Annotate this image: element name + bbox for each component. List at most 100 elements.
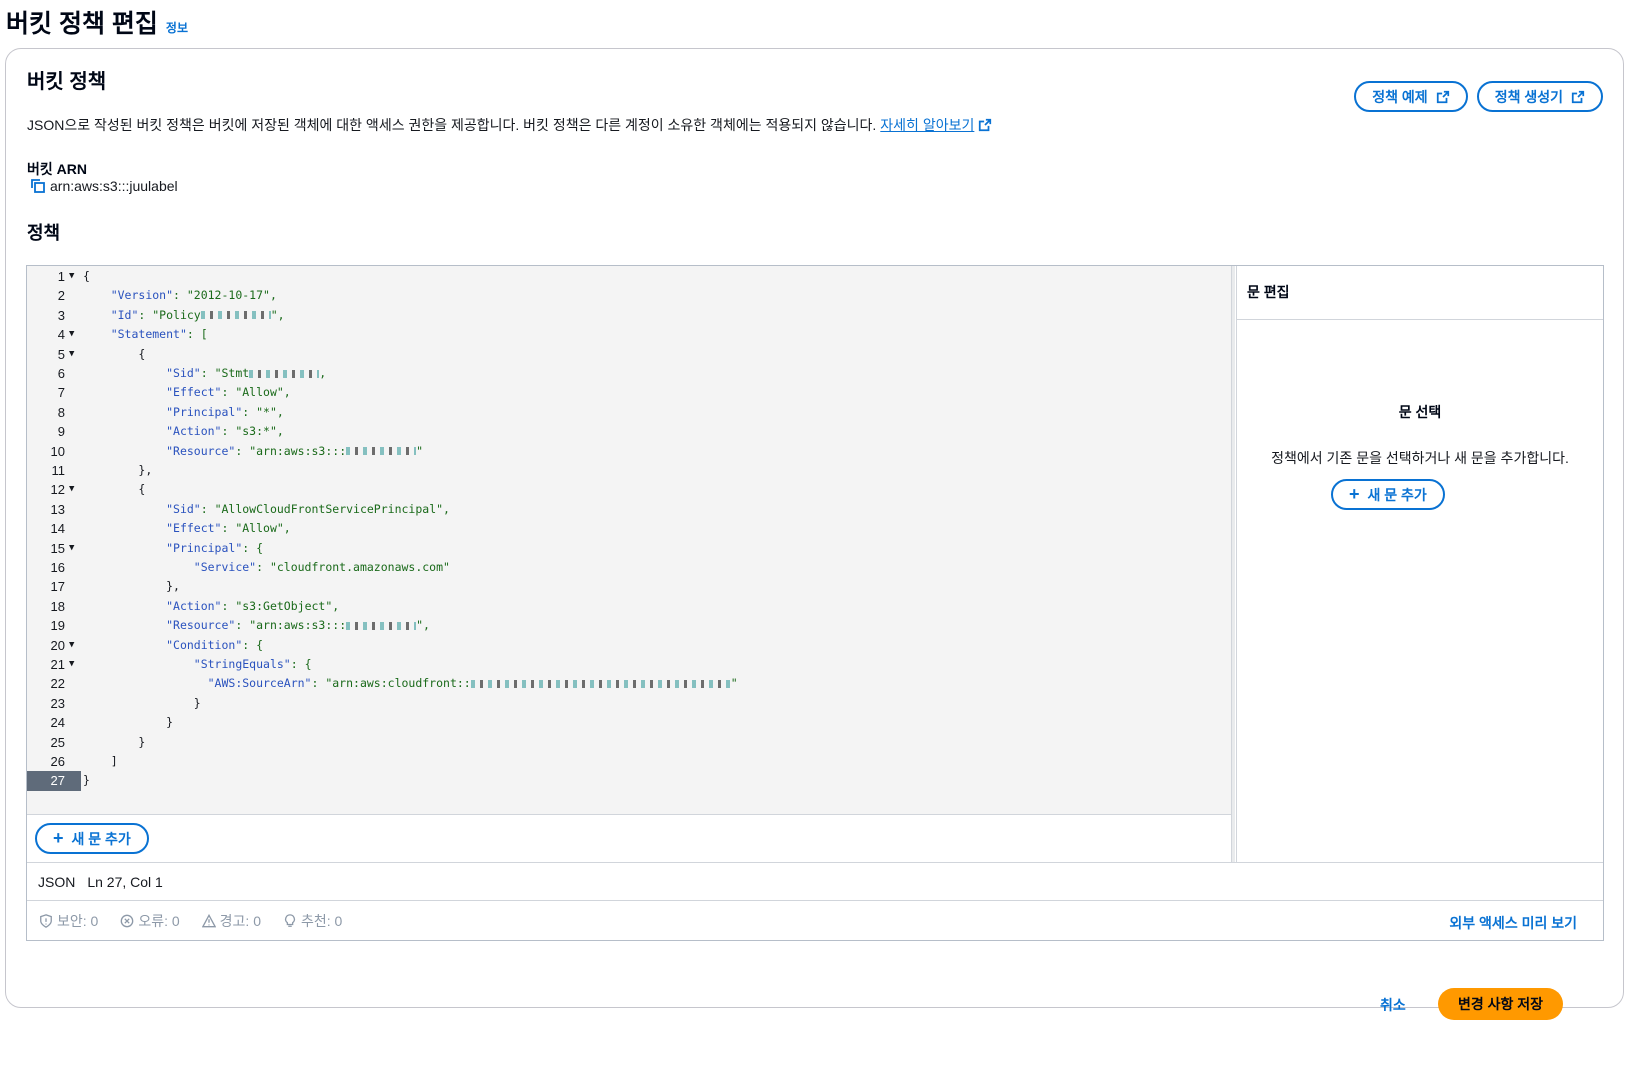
json-key: "Sid" bbox=[166, 366, 201, 380]
info-link[interactable]: 정보 bbox=[166, 19, 188, 36]
shield-icon bbox=[40, 913, 52, 928]
fold-toggle-icon[interactable]: ▼ bbox=[69, 480, 79, 499]
json-key: "Effect" bbox=[166, 521, 222, 536]
json-value: : [ bbox=[186, 327, 208, 342]
policy-examples-button[interactable]: 정책 예제 bbox=[1354, 81, 1468, 112]
line-number: 8 bbox=[57, 404, 65, 420]
code-line[interactable]: ] bbox=[83, 752, 118, 771]
fold-toggle-icon[interactable]: ▼ bbox=[69, 655, 79, 674]
section-description: JSON으로 작성된 버킷 정책은 버킷에 저장된 객체에 대한 액세스 권한을… bbox=[27, 115, 992, 135]
code-line[interactable]: "Principal": { bbox=[83, 539, 263, 558]
copy-icon[interactable] bbox=[30, 178, 46, 194]
code-line[interactable]: }, bbox=[83, 461, 152, 480]
lint-security[interactable]: 보안: 0 bbox=[39, 911, 98, 931]
lightbulb-icon bbox=[284, 913, 295, 927]
code-line[interactable]: "Principal": "*", bbox=[83, 403, 284, 422]
json-value: : "s3:GetObject", bbox=[221, 598, 340, 613]
lint-errors[interactable]: 오류: 0 bbox=[120, 911, 180, 931]
save-changes-button[interactable]: 변경 사항 저장 bbox=[1438, 988, 1564, 1020]
code-line[interactable]: "Sid": "AllowCloudFrontServicePrincipal"… bbox=[83, 500, 450, 519]
json-value: : { bbox=[242, 540, 264, 555]
fold-toggle-icon[interactable]: ▼ bbox=[69, 267, 79, 286]
json-value: : "2012-10-17", bbox=[173, 288, 277, 303]
line-number: 10 bbox=[50, 443, 65, 459]
code-line[interactable]: "Statement": [ bbox=[83, 325, 208, 344]
fold-toggle-icon[interactable]: ▼ bbox=[69, 539, 79, 558]
json-value: : "arn:aws:cloudfront:: bbox=[311, 676, 471, 691]
code-line[interactable]: "Effect": "Allow", bbox=[83, 519, 291, 538]
code-line[interactable]: "Effect": "Allow", bbox=[83, 383, 291, 402]
code-line[interactable]: "Resource": "arn:aws:s3::: " bbox=[83, 442, 423, 461]
code-line[interactable]: { bbox=[83, 345, 145, 364]
code-line[interactable]: "AWS:SourceArn": "arn:aws:cloudfront:: " bbox=[83, 674, 738, 693]
cancel-button[interactable]: 취소 bbox=[1380, 995, 1406, 1015]
json-value-tail: ", bbox=[416, 618, 430, 633]
redacted-value bbox=[200, 311, 271, 320]
json-value: { bbox=[83, 269, 90, 283]
code-line[interactable]: "Sid": "Stmt, bbox=[83, 364, 326, 383]
code-line[interactable]: }, bbox=[83, 577, 180, 596]
external-access-preview-link[interactable]: 외부 액세스 미리 보기 bbox=[1449, 913, 1577, 933]
code-line[interactable]: { bbox=[83, 267, 90, 286]
code-line[interactable]: "Service": "cloudfront.amazonaws.com" bbox=[83, 558, 450, 577]
bucket-policy-container: 버킷 정책 정책 예제 정책 생성기 JSON으로 작성된 버킷 정책은 버킷에… bbox=[5, 48, 1624, 1008]
side-add-statement-button[interactable]: + 새 문 추가 bbox=[1331, 479, 1445, 510]
learn-more-link[interactable]: 자세히 알아보기 bbox=[880, 115, 992, 135]
json-key: "Service" bbox=[193, 560, 257, 574]
code-line[interactable]: } bbox=[83, 713, 173, 732]
json-key: "Action" bbox=[166, 598, 222, 613]
code-line[interactable]: "Action": "s3:GetObject", bbox=[83, 597, 339, 616]
lint-suggestions[interactable]: 추천: 0 bbox=[283, 911, 342, 931]
json-value: : { bbox=[242, 637, 264, 652]
line-number: 16 bbox=[50, 560, 65, 575]
line-number: 11 bbox=[51, 463, 66, 478]
description-text: JSON으로 작성된 버킷 정책은 버킷에 저장된 객체에 대한 액세스 권한을… bbox=[27, 117, 877, 133]
code-editor[interactable]: 1 ▼ 2 3 4 ▼ 5 ▼ 6 7 8 9 10 11 12 ▼ 13 14 15 ▼ 16 17 18 19 20 ▼ 21 ▼… bbox=[27, 266, 1231, 814]
code-line[interactable]: } bbox=[83, 733, 145, 752]
editor-gutter: 1 ▼ 2 3 4 ▼ 5 ▼ 6 7 8 9 10 11 12 ▼ 13 14 15 ▼ 16 17 18 19 20 ▼ 21 ▼… bbox=[27, 266, 81, 814]
json-value: : "*", bbox=[242, 404, 284, 419]
add-statement-label: 새 문 추가 bbox=[71, 830, 131, 847]
lint-warnings-label: 경고: 0 bbox=[219, 912, 261, 929]
lint-warnings[interactable]: 경고: 0 bbox=[201, 911, 261, 931]
add-statement-button[interactable]: + 새 문 추가 bbox=[35, 823, 149, 854]
edit-statement-panel: 문 편집 문 선택 정책에서 기존 문을 선택하거나 새 문을 추가합니다. +… bbox=[1236, 266, 1603, 862]
code-line[interactable]: "Id": "Policy ", bbox=[83, 306, 285, 325]
code-line[interactable]: "Condition": { bbox=[83, 636, 263, 655]
fold-toggle-icon[interactable]: ▼ bbox=[69, 325, 79, 344]
line-number: 2 bbox=[57, 288, 65, 304]
line-number: 22 bbox=[50, 676, 65, 692]
code-line[interactable]: "Resource": "arn:aws:s3::: ", bbox=[83, 616, 430, 635]
line-number: 6 bbox=[57, 366, 65, 381]
external-link-icon bbox=[1436, 90, 1449, 103]
divider bbox=[1237, 319, 1603, 320]
redacted-value bbox=[346, 447, 417, 456]
bucket-arn-value: arn:aws:s3:::juulabel bbox=[50, 178, 178, 194]
fold-toggle-icon[interactable]: ▼ bbox=[69, 345, 79, 364]
lint-bar: 보안: 0 오류: 0 경고: 0 추천: 0 외부 액세스 미리 보기 bbox=[27, 900, 1603, 940]
code-line[interactable]: { bbox=[83, 480, 145, 499]
fold-toggle-icon[interactable]: ▼ bbox=[69, 636, 79, 655]
code-line[interactable]: } bbox=[83, 694, 201, 713]
lint-suggestions-label: 추천: 0 bbox=[300, 912, 343, 929]
line-number: 13 bbox=[50, 501, 65, 517]
line-number: 26 bbox=[50, 754, 65, 769]
line-number: 19 bbox=[50, 618, 65, 634]
line-number: 23 bbox=[50, 695, 65, 711]
policy-generator-button[interactable]: 정책 생성기 bbox=[1476, 81, 1603, 112]
edit-statement-title: 문 편집 bbox=[1247, 284, 1290, 300]
code-line[interactable]: } bbox=[83, 771, 90, 790]
panel-resize-handle[interactable] bbox=[1231, 266, 1235, 862]
code-line[interactable]: "Version": "2012-10-17", bbox=[83, 286, 277, 305]
code-line[interactable]: "Action": "s3:*", bbox=[83, 422, 284, 441]
code-line[interactable]: "StringEquals": { bbox=[83, 655, 312, 674]
